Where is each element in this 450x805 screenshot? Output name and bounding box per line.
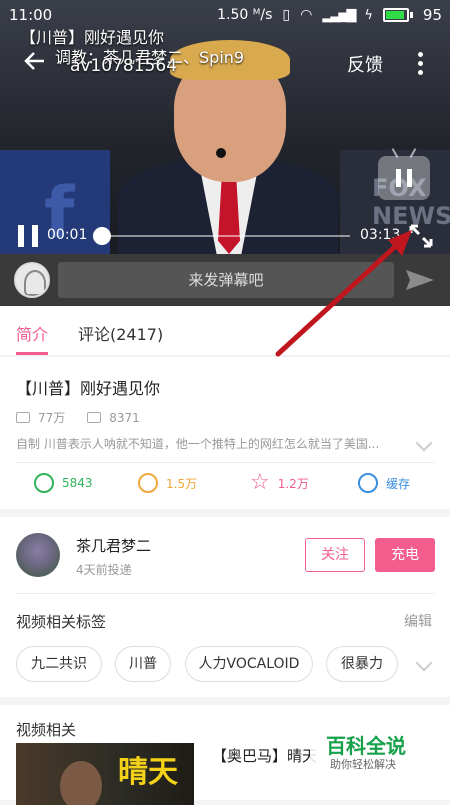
danmaku-count-icon (87, 412, 102, 423)
upload-time: 4天前投递 (76, 563, 132, 577)
video-player[interactable]: f FOX NEWS 11:00 1.50 ᴹ/s ▯ ◠ ▂▃▅▇ ϟ 95 … (0, 0, 450, 254)
more-options-icon[interactable] (418, 52, 424, 75)
total-time: 03:13 (360, 227, 401, 243)
related-item-title[interactable]: 【奥巴马】晴天 (212, 745, 317, 766)
tab-comments[interactable]: 评论(2417) (78, 321, 163, 345)
danmaku-bar: 来发弹幕吧 (0, 254, 450, 306)
current-time: 00:01 (47, 227, 88, 243)
video-description: 自制 川普表示人呐就不知道，他一个推特上的网红怎么就当了美国... (16, 437, 380, 451)
favorite-button[interactable]: ☆ 1.2万 (250, 470, 309, 495)
microphone (216, 148, 226, 158)
uploader-card: 茶几君梦二 4天前投递 关注 充电 视频相关标签 编辑 九二共识 川普 人力VO… (0, 517, 450, 697)
send-icon[interactable] (405, 268, 435, 292)
video-title: 【川普】刚好遇见你 (16, 379, 161, 398)
cache-button[interactable]: 缓存 (358, 473, 410, 493)
play-count-icon (16, 412, 30, 423)
watermark-subtitle: 助你轻松解决 (330, 758, 396, 771)
like-button[interactable]: 5843 (34, 473, 93, 493)
danmaku-count: 8371 (109, 410, 140, 425)
like-icon (34, 473, 54, 493)
tags-expand-chevron-icon[interactable] (415, 654, 433, 672)
play-count: 77万 (38, 411, 66, 425)
battery-icon (382, 8, 409, 22)
wifi-icon: ◠ (300, 7, 313, 23)
follow-button[interactable]: 关注 (305, 538, 365, 572)
coin-icon (138, 473, 158, 493)
favorite-count: 1.2万 (277, 476, 309, 491)
coin-count: 1.5万 (166, 476, 198, 491)
video-info-card: 【川普】刚好遇见你 77万 8371 自制 川普表示人呐就不知道，他一个推特上的… (0, 357, 450, 509)
expand-chevron-icon[interactable] (415, 434, 433, 452)
progress-bar[interactable] (93, 227, 350, 245)
video-av-id: av10781564 (70, 56, 178, 76)
star-icon: ☆ (250, 470, 270, 495)
charging-icon: ϟ (364, 7, 373, 23)
download-icon (358, 473, 378, 493)
status-time: 11:00 (9, 6, 53, 24)
battery-tip (409, 12, 413, 18)
vibrate-icon: ▯ (282, 7, 291, 23)
thumbnail-person (60, 761, 102, 805)
tags-edit-button[interactable]: 编辑 (404, 611, 432, 631)
related-title: 视频相关 (16, 721, 77, 739)
user-avatar[interactable] (14, 262, 50, 298)
divider (16, 593, 434, 594)
tag-item[interactable]: 很暴力 (326, 646, 398, 682)
watermark-title: 百科全说 (326, 734, 406, 758)
cache-label: 缓存 (386, 476, 411, 491)
progress-knob[interactable] (93, 227, 112, 245)
battery-level: 95 (422, 6, 442, 24)
action-row: 5843 1.5万 ☆ 1.2万 缓存 (0, 470, 450, 503)
tag-item[interactable]: 川普 (115, 646, 171, 682)
feedback-button[interactable]: 反馈 (347, 51, 383, 77)
tv-pause-icon[interactable] (378, 156, 430, 200)
tab-intro[interactable]: 简介 (16, 321, 48, 345)
tag-item[interactable]: 人力VOCALOID (185, 646, 313, 682)
danmaku-input[interactable]: 来发弹幕吧 (58, 262, 394, 298)
related-thumbnail[interactable]: 晴天 (16, 743, 194, 805)
tab-underline (16, 352, 48, 355)
video-stats: 77万 8371 (16, 409, 140, 426)
thumbnail-text: 晴天 (118, 755, 178, 790)
watermark: 百科全说 助你轻松解决 (310, 722, 440, 778)
network-speed: 1.50 ᴹ/s (217, 7, 273, 23)
tab-bar: 简介 评论(2417) (0, 306, 450, 356)
pause-icon[interactable] (18, 225, 38, 247)
coin-button[interactable]: 1.5万 (138, 473, 197, 493)
uploader-avatar[interactable] (16, 533, 60, 577)
charge-button[interactable]: 充电 (375, 538, 435, 572)
fullscreen-icon[interactable] (407, 222, 435, 250)
back-arrow-icon[interactable] (24, 50, 46, 72)
tag-item[interactable]: 九二共识 (16, 646, 102, 682)
divider (16, 462, 434, 463)
uploader-name[interactable]: 茶几君梦二 (76, 535, 151, 556)
like-count: 5843 (62, 476, 93, 490)
player-controls: 00:01 03:13 (0, 220, 450, 254)
signal-icon: ▂▃▅▇ (322, 7, 356, 23)
tags-title: 视频相关标签 (16, 613, 107, 631)
